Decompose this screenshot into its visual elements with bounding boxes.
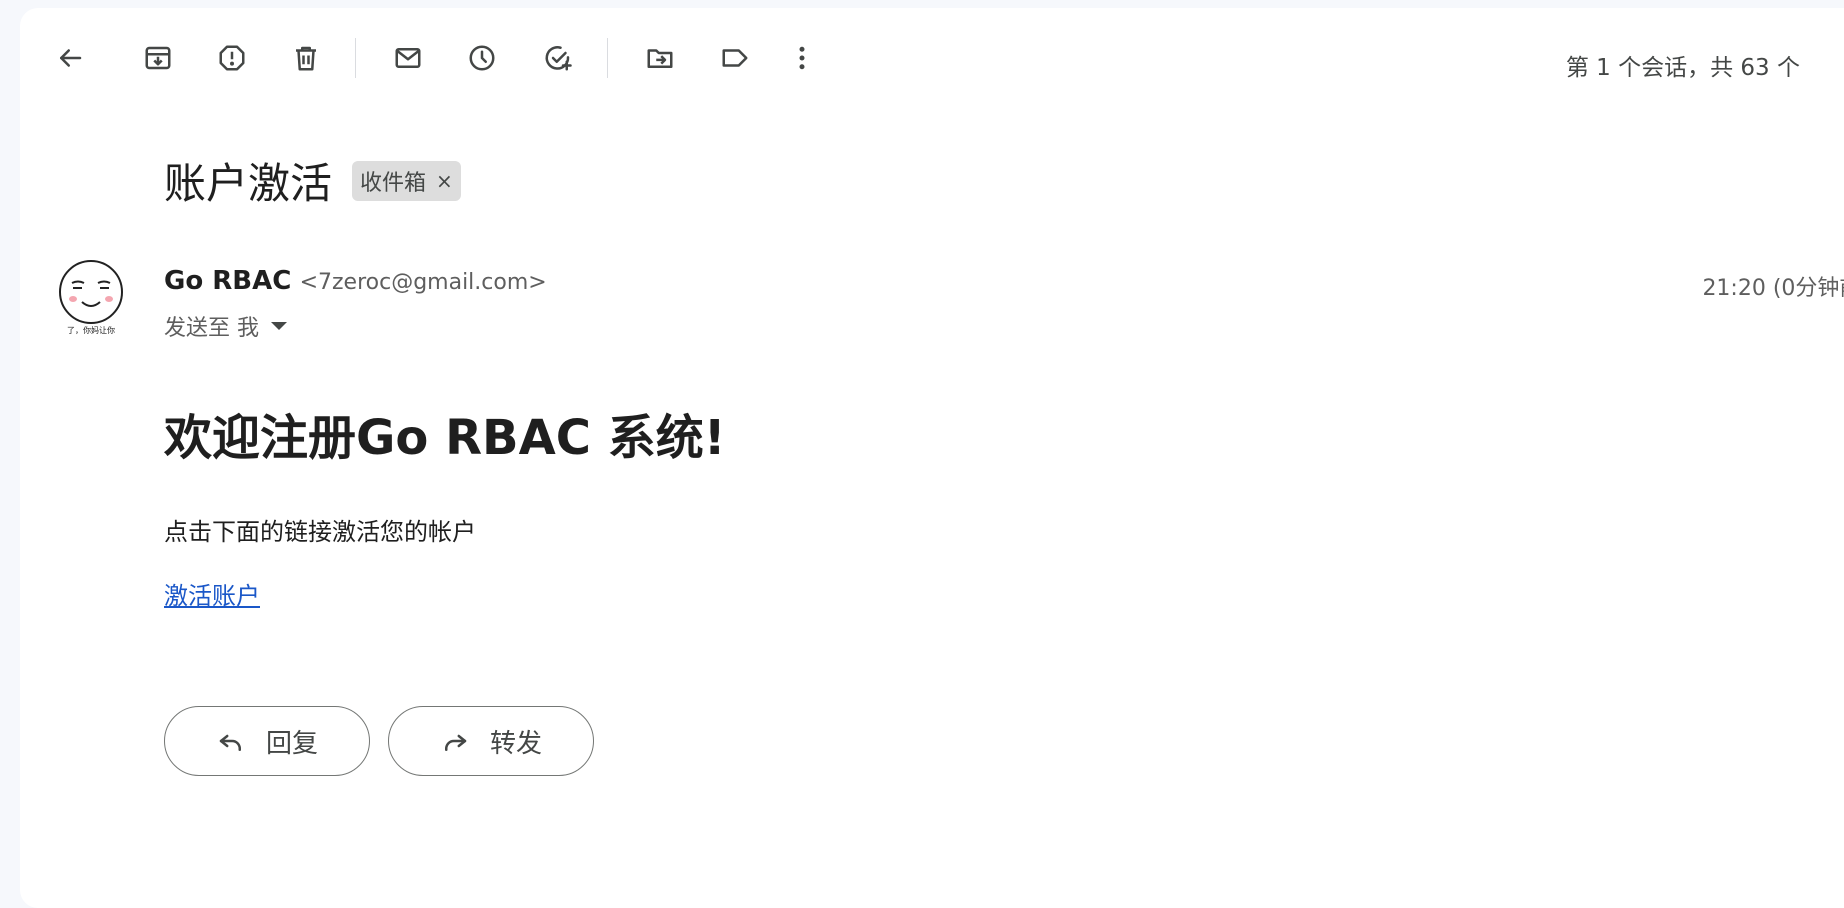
activate-account-link[interactable]: 激活账户 bbox=[164, 576, 260, 611]
toolbar-divider bbox=[355, 38, 356, 78]
reply-button[interactable]: 回复 bbox=[164, 706, 370, 776]
label-chip-text: 收件箱 bbox=[360, 170, 427, 196]
reply-label: 回复 bbox=[265, 728, 318, 759]
reply-icon bbox=[219, 734, 241, 751]
add-task-icon[interactable] bbox=[538, 38, 578, 78]
email-toolbar: 第 1 个会话，共 63 个 bbox=[20, 8, 1844, 104]
recipient-details-toggle[interactable]: 发送至 我 bbox=[164, 310, 287, 342]
sender-line: Go RBAC <7zeroc@gmail.com> bbox=[164, 266, 547, 296]
back-icon[interactable] bbox=[50, 38, 90, 78]
archive-icon[interactable] bbox=[138, 38, 178, 78]
sender-name[interactable]: Go RBAC bbox=[164, 266, 291, 296]
chevron-down-icon bbox=[271, 322, 287, 330]
email-body-heading: 欢迎注册Go RBAC 系统! bbox=[164, 410, 726, 466]
conversation-counter: 第 1 个会话，共 63 个 bbox=[1565, 55, 1800, 81]
more-icon[interactable] bbox=[782, 38, 822, 78]
email-subject: 账户激活 bbox=[164, 159, 333, 208]
forward-icon bbox=[444, 734, 467, 751]
inbox-label-chip[interactable]: 收件箱 × bbox=[352, 160, 461, 201]
toolbar-divider bbox=[607, 38, 608, 78]
mark-unread-icon[interactable] bbox=[388, 38, 428, 78]
remove-label-icon[interactable]: × bbox=[436, 169, 453, 193]
move-to-icon[interactable] bbox=[640, 38, 680, 78]
label-icon[interactable] bbox=[715, 38, 755, 78]
subject-row: 账户激活 收件箱 × bbox=[164, 150, 461, 211]
snooze-icon[interactable] bbox=[462, 38, 502, 78]
email-timestamp: 21:20 (0分钟前) bbox=[1702, 276, 1844, 301]
email-view-panel: 第 1 个会话，共 63 个 账户激活 收件箱 × 了，你妈让你 Go RBAC… bbox=[20, 8, 1844, 908]
forward-label: 转发 bbox=[489, 728, 542, 759]
sender-avatar[interactable]: 了，你妈让你 bbox=[58, 256, 124, 336]
avatar-caption: 了，你妈让你 bbox=[67, 325, 115, 335]
sender-email: <7zeroc@gmail.com> bbox=[299, 270, 547, 295]
recipient-text: 发送至 我 bbox=[164, 316, 259, 341]
forward-button[interactable]: 转发 bbox=[388, 706, 594, 776]
email-body-text: 点击下面的链接激活您的帐户 bbox=[164, 518, 476, 546]
report-spam-icon[interactable] bbox=[212, 38, 252, 78]
delete-icon[interactable] bbox=[286, 38, 326, 78]
